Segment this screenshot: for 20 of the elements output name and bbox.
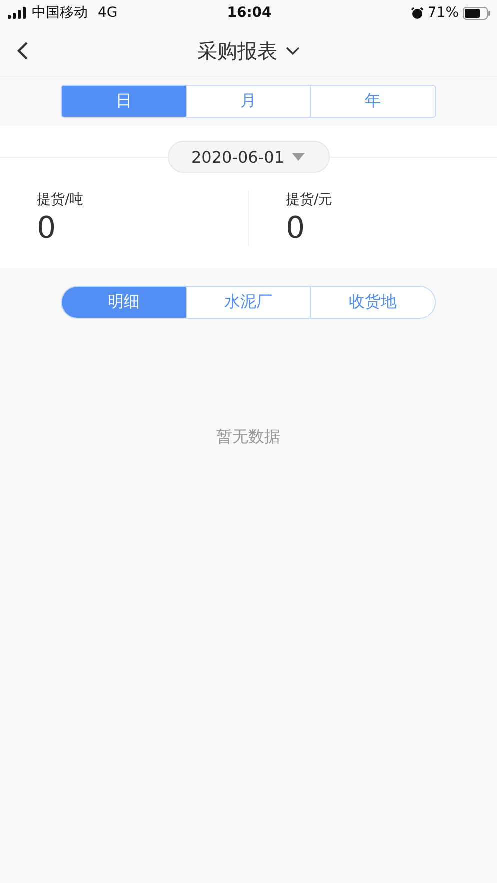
page-title: 采购报表: [198, 38, 278, 64]
segment-tab[interactable]: 年: [310, 86, 435, 117]
segment-tab[interactable]: 收货地: [310, 287, 435, 318]
network-type: 4G: [98, 5, 118, 21]
alarm-icon: [410, 6, 424, 20]
clock-time: 16:04: [227, 5, 272, 21]
stat-label: 提货/元: [286, 191, 334, 209]
signal-icon: [8, 7, 28, 19]
chevron-down-icon[interactable]: [286, 46, 300, 56]
battery-icon: [463, 6, 492, 20]
caret-icon: [292, 153, 306, 161]
carrier-name: 中国移动: [32, 4, 88, 22]
segment-tab[interactable]: 明细: [62, 287, 186, 318]
stat-value: 0: [37, 211, 58, 246]
segment-tab[interactable]: 日: [62, 86, 186, 117]
stat-value: 0: [286, 211, 306, 246]
stat-label: 提货/吨: [37, 191, 85, 209]
battery-percent: 71%: [428, 5, 460, 21]
empty-message: 暂无数据: [216, 427, 280, 446]
date-picker[interactable]: 2020-06-01: [168, 141, 330, 173]
